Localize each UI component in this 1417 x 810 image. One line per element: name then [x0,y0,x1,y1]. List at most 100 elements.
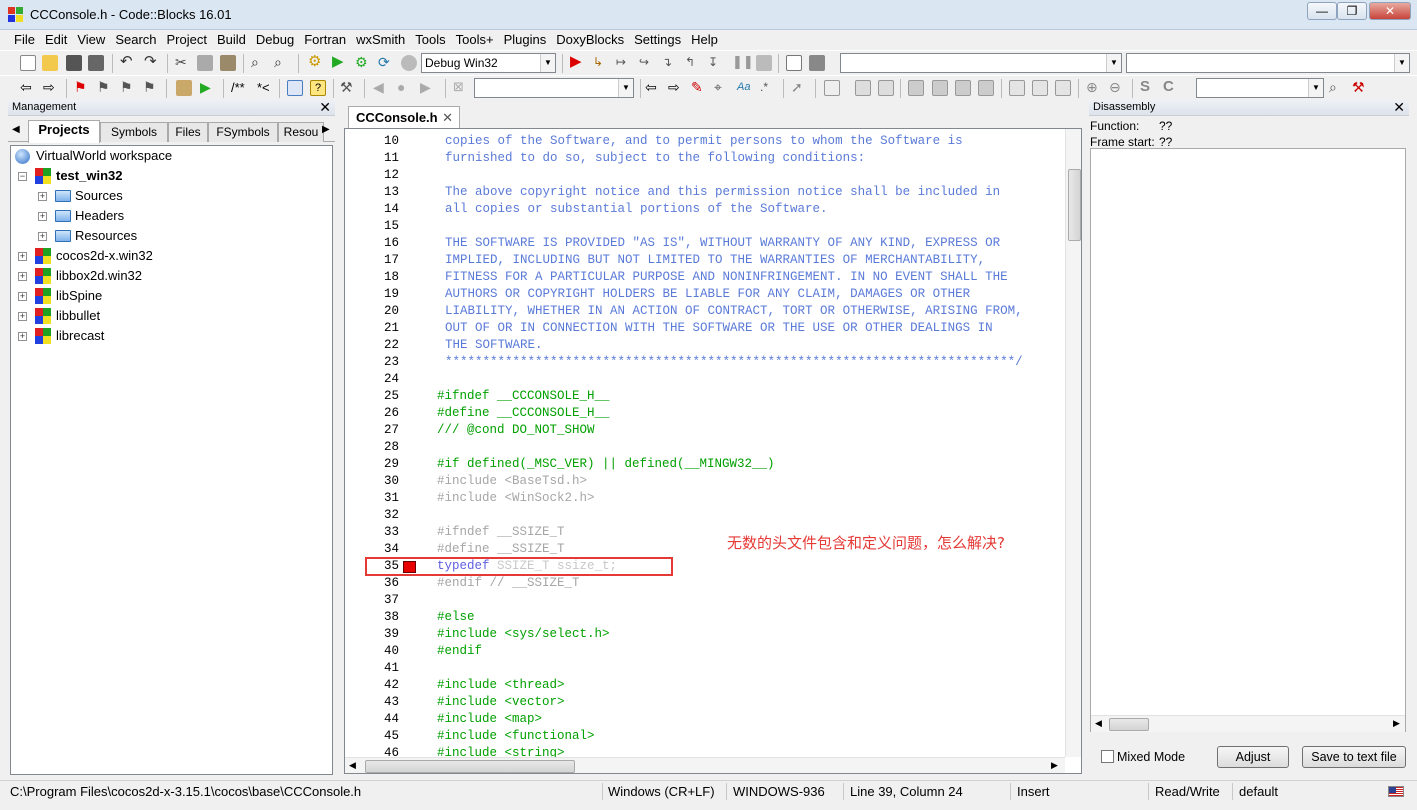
expand-icon[interactable]: + [18,312,27,321]
bookmark-next-icon[interactable]: ⚑ [120,80,136,96]
menu-doxyblocks[interactable]: DoxyBlocks [551,30,629,50]
close-icon[interactable]: ✕ [1393,100,1405,115]
tools-wrench-icon[interactable]: ⚒ [1352,80,1368,96]
copy-icon[interactable] [197,55,213,71]
build-run-icon[interactable]: ⚙ [355,55,371,71]
wx-frame-icon[interactable] [824,80,840,96]
expand-icon[interactable]: + [18,292,27,301]
tree-item-folder-resources[interactable]: + Resources [15,226,137,246]
match-case-icon[interactable]: Aa [737,80,753,96]
scroll-right-icon[interactable]: ▶ [1051,760,1058,771]
horizontal-scroll-thumb[interactable] [365,760,575,773]
adjust-button[interactable]: Adjust [1217,746,1289,768]
chevron-down-icon[interactable]: ▼ [1308,79,1323,97]
menu-file[interactable]: File [0,30,40,50]
build-gear-icon[interactable]: ⚙ [308,54,324,71]
code-editor[interactable]: 10 11 12 13 14 15 16 17 18 19 20 21 22 23 24 25 26 27 28 29… [344,128,1082,774]
code-completion-select[interactable]: ▼ [1196,78,1324,98]
build-target-select[interactable]: Debug Win32 ▼ [421,53,556,73]
wx-boxsizer-icon[interactable] [932,80,948,96]
menu-fortran[interactable]: Fortran [299,30,351,50]
tree-item-project-libspine[interactable]: + libSpine [15,286,102,306]
close-button[interactable]: ✕ [1369,2,1411,20]
new-file-icon[interactable] [20,55,36,71]
step-instruction-icon[interactable]: ↧ [708,55,724,71]
tab-fsymbols[interactable]: FSymbols [208,122,278,142]
menu-search[interactable]: Search [110,30,161,50]
rebuild-icon[interactable]: ⟳ [378,55,394,71]
redo-icon[interactable]: ↷ [144,54,160,71]
symbol-s-icon[interactable]: S [1140,79,1156,96]
keyboard-layout-flag-icon[interactable] [1388,786,1404,797]
menu-settings[interactable]: Settings [629,30,686,50]
tree-item-folder-headers[interactable]: + Headers [15,206,124,226]
minimize-button[interactable]: — [1307,2,1337,20]
debug-info-icon[interactable] [809,55,825,71]
cut-icon[interactable]: ✂ [175,55,191,71]
menu-tools-plus[interactable]: Tools+ [451,30,499,50]
zoom-in-icon[interactable]: ⊕ [1086,80,1102,96]
step-out-icon[interactable]: ↰ [685,55,701,71]
save-icon[interactable] [66,55,82,71]
tab-scroll-right-icon[interactable]: ▶ [322,124,330,135]
expand-icon[interactable]: + [18,252,27,261]
bookmark-toggle-icon[interactable]: ⚑ [74,80,90,96]
zoom-out-icon[interactable]: ⊖ [1109,80,1125,96]
disassembly-view[interactable]: ◀ ▶ [1090,148,1406,732]
expand-icon[interactable]: + [38,212,47,221]
function-select[interactable]: ▼ [1126,53,1410,73]
highlight-icon[interactable]: ✎ [691,80,707,96]
next-line-icon[interactable]: ↦ [616,55,632,71]
tree-item-project-cocos2d[interactable]: + cocos2d-x.win32 [15,246,153,266]
wx-dialog-icon[interactable] [878,80,894,96]
menu-plugins[interactable]: Plugins [499,30,552,50]
wx-panel-icon[interactable] [855,80,871,96]
symbol-c-icon[interactable]: C [1163,79,1179,96]
bookmark-prev-icon[interactable]: ⚑ [97,80,113,96]
close-tab-icon[interactable]: ✕ [442,107,453,128]
doxy-line-comment-button[interactable]: *< [257,80,270,95]
collapse-icon[interactable]: − [18,172,27,181]
menu-wxsmith[interactable]: wxSmith [351,30,410,50]
expand-icon[interactable]: + [38,192,47,201]
replace-icon[interactable]: ⌕ [274,55,290,71]
expand-icon[interactable]: + [38,232,47,241]
doxy-run-icon[interactable]: ▶ [200,80,216,96]
stop-debug-icon[interactable] [756,55,772,71]
magnifier-icon[interactable]: ⌕ [1329,80,1345,96]
save-all-icon[interactable] [88,55,104,71]
find-icon[interactable]: ⌕ [251,55,267,71]
tree-item-project-librecast[interactable]: + librecast [15,326,104,346]
tab-resources[interactable]: Resou [278,122,324,142]
stop-icon[interactable]: ⊠ [453,80,469,96]
pointer-icon[interactable]: ➚ [791,80,807,96]
selected-text-icon[interactable]: ⌖ [714,80,730,96]
run-to-cursor-icon[interactable]: ↳ [593,55,609,71]
mixed-mode-checkbox[interactable] [1101,750,1114,763]
wx-sizer-icon[interactable] [908,80,924,96]
menu-tools[interactable]: Tools [410,30,450,50]
chevron-down-icon[interactable]: ▼ [1106,54,1121,72]
tab-projects[interactable]: Projects [28,120,100,143]
menu-debug[interactable]: Debug [251,30,299,50]
next-instruction-icon[interactable]: ↪ [639,55,655,71]
wx-flexsizer-icon[interactable] [978,80,994,96]
expand-icon[interactable]: + [18,332,27,341]
horizontal-scrollbar[interactable]: ◀ ▶ [345,757,1065,773]
expand-icon[interactable]: + [18,272,27,281]
maximize-button[interactable]: ❐ [1337,2,1367,20]
prev-icon[interactable]: ◀ [373,80,389,96]
tree-item-project-libbox2d[interactable]: + libbox2d.win32 [15,266,142,286]
wx-check-icon[interactable] [1055,80,1071,96]
chevron-down-icon[interactable]: ▼ [540,54,555,72]
jump-back-icon[interactable]: ⇦ [20,80,36,96]
doxy-block-comment-button[interactable]: /** [231,80,245,95]
chevron-down-icon[interactable]: ▼ [618,79,633,97]
pause-icon[interactable]: ❚❚ [732,55,754,71]
tab-scroll-left-icon[interactable]: ◀ [12,124,20,135]
disassembly-scroll-thumb[interactable] [1109,718,1149,731]
disassembly-hscroll[interactable]: ◀ ▶ [1091,715,1405,732]
tree-item-project-libbullet[interactable]: + libbullet [15,306,100,326]
jump-forward-icon[interactable]: ⇨ [43,80,59,96]
menu-view[interactable]: View [72,30,110,50]
